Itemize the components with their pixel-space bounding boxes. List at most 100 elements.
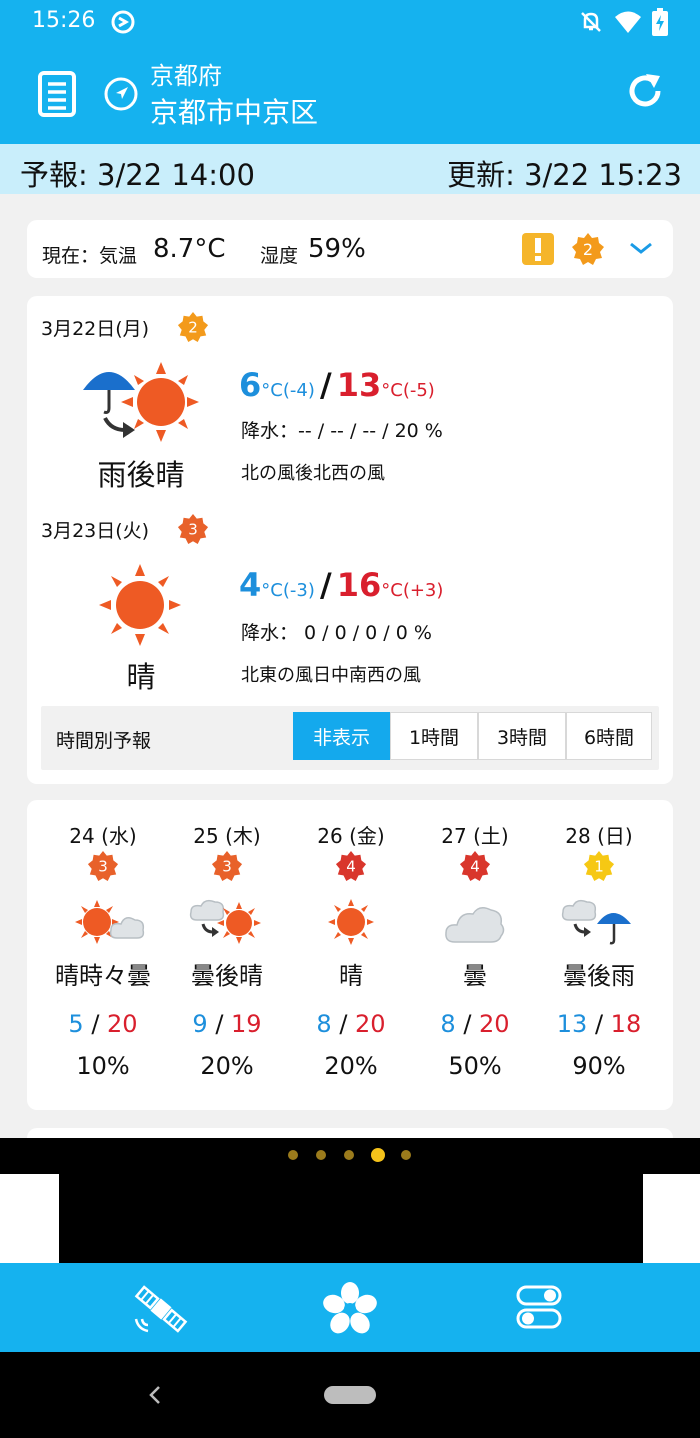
sunny-icon <box>99 564 181 646</box>
day1-high: 13 <box>336 366 382 404</box>
home-pill[interactable] <box>324 1386 376 1404</box>
day2-precip: 降水： 0 / 0 / 0 / 0 % <box>241 622 432 644</box>
week-high: 19 <box>231 1010 262 1038</box>
day2-weather: 晴 <box>126 660 156 694</box>
hourly-option-3h[interactable]: 3時間 <box>478 712 566 760</box>
notifications-off-icon <box>581 12 601 32</box>
day2-low-diff: (-3) <box>282 580 315 601</box>
back-icon[interactable] <box>146 1384 164 1406</box>
week-day-column[interactable]: 25 (木) 3 曇後晴 9 / 19 20% <box>165 800 289 1110</box>
day1-weather: 雨後晴 <box>97 458 185 492</box>
week-temps: 8 / 20 <box>440 1010 510 1038</box>
satellite-icon[interactable] <box>132 1283 190 1335</box>
sun-sometimes-cloud-icon <box>75 900 145 944</box>
week-temps: 8 / 20 <box>316 1010 386 1038</box>
hourly-label: 時間別予報 <box>56 730 152 752</box>
day1-wind: 北の風後北西の風 <box>241 463 385 484</box>
temp-separator: / <box>319 366 332 404</box>
app-header: 京都府 京都市中京区 <box>0 44 700 144</box>
day1-low-unit: °C <box>261 380 283 401</box>
page-indicator-dot-active[interactable] <box>371 1148 385 1162</box>
week-day-label: 24 (水) <box>69 824 137 848</box>
weekly-forecast-card: 24 (水) 3 晴時々曇 5 / 20 10% 25 (木) 3 曇後晴 9 … <box>27 800 673 1110</box>
cloudy-icon <box>445 907 505 943</box>
pollen-badge-icon: 3 <box>211 850 243 882</box>
week-precip-prob: 90% <box>572 1052 626 1080</box>
city-name[interactable]: 京都市中京区 <box>150 91 318 131</box>
pollen-badge-icon: 1 <box>583 850 615 882</box>
humidity-label: 湿度 <box>260 245 299 267</box>
ad-margin-left <box>0 1174 59 1263</box>
day1-precip: 降水：-- / -- / -- / 20 % <box>241 420 443 442</box>
hourly-option-1h[interactable]: 1時間 <box>390 712 478 760</box>
hourly-option-hide[interactable]: 非表示 <box>293 712 390 760</box>
week-precip-prob: 20% <box>324 1052 378 1080</box>
week-day-column[interactable]: 24 (水) 3 晴時々曇 5 / 20 10% <box>41 800 165 1110</box>
status-time: 15:26 <box>32 8 96 33</box>
hourly-forecast-selector: 時間別予報 非表示 1時間 3時間 6時間 <box>41 706 659 770</box>
week-precip-prob: 50% <box>448 1052 502 1080</box>
week-precip-prob: 10% <box>76 1052 130 1080</box>
week-temps: 13 / 18 <box>556 1010 642 1038</box>
week-weather: 晴 <box>339 962 363 990</box>
prefecture-name[interactable]: 京都府 <box>150 56 222 91</box>
week-low: 5 <box>68 1010 84 1038</box>
rain-then-sun-icon <box>83 362 199 442</box>
week-precip-prob: 20% <box>200 1052 254 1080</box>
location-arrow-icon[interactable] <box>104 77 138 111</box>
system-navigation-bar <box>0 1352 700 1438</box>
pollen-level-badge-icon: 2 <box>572 233 604 265</box>
week-low: 9 <box>192 1010 208 1038</box>
ad-margin-right <box>643 1174 700 1263</box>
week-weather: 曇後雨 <box>563 962 635 990</box>
day1-temps: 6°C(-4) / 13°C(-5) <box>239 366 435 404</box>
sunny-icon <box>328 899 374 945</box>
week-temps: 9 / 19 <box>192 1010 262 1038</box>
page-indicator-dot[interactable] <box>316 1150 326 1160</box>
week-day-column[interactable]: 26 (金) 4 晴 8 / 20 20% <box>289 800 413 1110</box>
toggle-settings-icon[interactable] <box>516 1285 562 1329</box>
day1-date: 3月22日(月) <box>41 318 150 340</box>
week-weather: 晴時々曇 <box>55 962 151 990</box>
day1-low: 6 <box>239 366 262 404</box>
page-indicator-dot[interactable] <box>401 1150 411 1160</box>
chevron-down-icon[interactable] <box>627 238 655 258</box>
pollen-badge-icon: 4 <box>459 850 491 882</box>
day2-date: 3月23日(火) <box>41 520 150 542</box>
day2-low-unit: °C <box>261 580 283 601</box>
week-day-column[interactable]: 28 (日) 1 曇後雨 13 / 18 90% <box>537 800 661 1110</box>
flower-icon[interactable] <box>322 1281 378 1335</box>
badge-number: 3 <box>98 858 108 876</box>
current-conditions-card[interactable]: 現在：気温 8.7°C 湿度 59% 2 <box>27 220 673 278</box>
week-day-label: 25 (木) <box>193 824 261 848</box>
badge-number: 4 <box>470 858 480 876</box>
menu-list-icon[interactable] <box>38 71 76 117</box>
page-indicator-dot[interactable] <box>288 1150 298 1160</box>
week-low: 8 <box>316 1010 332 1038</box>
page-indicator-dot[interactable] <box>344 1150 354 1160</box>
refresh-icon[interactable] <box>624 70 666 112</box>
day1-badge-number: 2 <box>188 319 198 337</box>
week-day-label: 27 (土) <box>441 824 509 848</box>
forecast-time: 予報: 3/22 14:00 <box>20 158 255 192</box>
week-day-label: 28 (日) <box>565 824 633 848</box>
daily-forecast-card: 3月22日(月) 2 雨後晴 6°C(-4) / 13°C(-5) 降水：-- … <box>27 296 673 784</box>
day2-temps: 4°C(-3) / 16°C(+3) <box>239 566 443 604</box>
week-low: 13 <box>556 1010 588 1038</box>
warning-icon[interactable] <box>521 232 555 266</box>
badge-number: 4 <box>346 858 356 876</box>
cloud-then-sun-icon <box>189 899 261 944</box>
hourly-option-6h[interactable]: 6時間 <box>566 712 652 760</box>
status-bar: 15:26 <box>0 0 700 44</box>
sync-status-icon <box>111 10 135 34</box>
current-temp: 8.7°C <box>153 234 226 264</box>
week-day-column[interactable]: 27 (土) 4 曇 8 / 20 50% <box>413 800 537 1110</box>
week-low: 8 <box>440 1010 456 1038</box>
day2-high: 16 <box>336 566 382 604</box>
humidity-value: 59% <box>308 234 366 264</box>
day2-pollen-badge-icon: 3 <box>177 513 209 545</box>
week-day-label: 26 (金) <box>317 824 385 848</box>
day2-high-diff: (+3) <box>402 580 444 601</box>
day1-high-diff: (-5) <box>402 380 435 401</box>
badge-number: 1 <box>594 858 604 876</box>
